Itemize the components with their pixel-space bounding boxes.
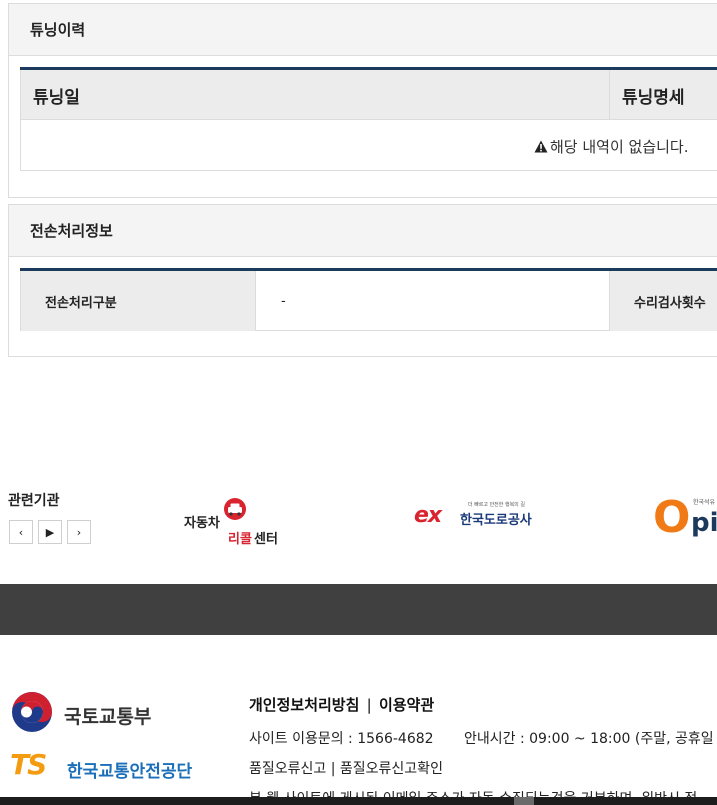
total-loss-type-value: - <box>281 293 286 309</box>
total-loss-type-label: 전손처리구분 <box>21 271 256 331</box>
terms-link[interactable]: 이용약관 <box>379 696 434 714</box>
taegeuk-icon <box>12 692 52 732</box>
tuning-table: 튜닝일 튜닝명세 해당 내역이 없습니다. <box>20 67 717 171</box>
recall-line2-red: 리콜 <box>228 532 252 547</box>
molit-logo: 국토교통부 <box>10 690 170 735</box>
quality-error-report-link[interactable]: 품질오류신고 <box>249 761 326 777</box>
recall-center-logo[interactable]: 자동차 리콜 센터 <box>184 498 284 548</box>
opinet-tagline: 한국석유 <box>693 499 716 506</box>
empty-message: 해당 내역이 없습니다. <box>534 136 689 157</box>
tuning-detail-header: 튜닝명세 <box>622 87 685 108</box>
quality-separator: | <box>330 761 336 777</box>
opinet-text: pi <box>691 508 717 538</box>
privacy-policy-link[interactable]: 개인정보처리방침 <box>249 696 359 714</box>
policy-separator: | <box>366 696 372 714</box>
total-loss-title: 전손처리정보 <box>9 205 717 257</box>
contact-line: 사이트 이용문의 : 1566-4682 안내시간 : 09:00 ~ 18:0… <box>249 728 717 748</box>
opinet-logo[interactable]: O 한국석유 pi <box>653 496 717 544</box>
footer-policy-links: 개인정보처리방침 | 이용약관 <box>249 694 434 715</box>
total-loss-row: 전손처리구분 - 수리검사횟수 <box>20 271 717 331</box>
ts-name: 한국교통안전공단 <box>67 762 193 782</box>
tuning-history-panel: 튜닝이력 튜닝일 튜닝명세 해당 내역이 없습니다. <box>8 3 717 198</box>
ex-name: 한국도로공사 <box>460 513 532 528</box>
tuning-empty-row: 해당 내역이 없습니다. <box>20 120 717 171</box>
repair-inspection-count-label: 수리검사횟수 <box>609 271 717 331</box>
service-hours: 안내시간 : 09:00 ~ 18:00 (주말, 공휴일 휴 <box>464 731 717 747</box>
ex-tagline: 더 빠르고 안전한 행복의 길 <box>468 502 525 508</box>
prev-button[interactable]: ‹ <box>9 520 33 544</box>
warning-icon <box>534 140 548 153</box>
quality-error-check-link[interactable]: 품질오류신고확인 <box>340 761 443 777</box>
korea-expressway-logo[interactable]: 더 빠르고 안전한 행복의 길 ex 한국도로공사 <box>414 500 534 530</box>
ex-mark: ex <box>414 503 442 528</box>
quality-report-links: 품질오류신고 | 품질오류신고확인 <box>249 758 443 778</box>
scrollbar-thumb[interactable] <box>514 797 534 805</box>
contact-label: 사이트 이용문의 : <box>249 731 358 747</box>
play-button[interactable]: ▶ <box>38 520 62 544</box>
empty-message-text: 해당 내역이 없습니다. <box>550 138 689 156</box>
related-organizations: 관련기관 ‹ ▶ › 자동차 리콜 센터 더 빠르고 안전한 행복의 길 ex … <box>8 488 717 558</box>
car-icon <box>224 498 246 520</box>
ts-logo: TS 한국교통안전공단 <box>10 748 210 784</box>
opinet-mark: O <box>653 496 691 543</box>
tuning-date-header: 튜닝일 <box>21 70 610 120</box>
contact-phone: 1566-4682 <box>357 731 434 747</box>
recall-line2: 센터 <box>254 532 278 547</box>
tuning-table-header: 튜닝일 튜닝명세 <box>20 70 717 120</box>
total-loss-panel: 전손처리정보 전손처리구분 - 수리검사횟수 <box>8 204 717 357</box>
next-button[interactable]: › <box>67 520 91 544</box>
total-loss-table: 전손처리구분 - 수리검사횟수 <box>20 268 717 331</box>
tuning-history-title: 튜닝이력 <box>9 4 717 56</box>
ts-mark: TS <box>10 748 47 781</box>
recall-line1: 자동차 <box>184 516 220 531</box>
molit-name: 국토교통부 <box>64 706 152 728</box>
footer-menu-band <box>0 584 717 635</box>
related-organizations-title: 관련기관 <box>8 493 60 509</box>
footer: 국토교통부 TS 한국교통안전공단 개인정보처리방침 | 이용약관 사이트 이용… <box>0 635 717 805</box>
horizontal-scrollbar[interactable] <box>0 797 717 805</box>
